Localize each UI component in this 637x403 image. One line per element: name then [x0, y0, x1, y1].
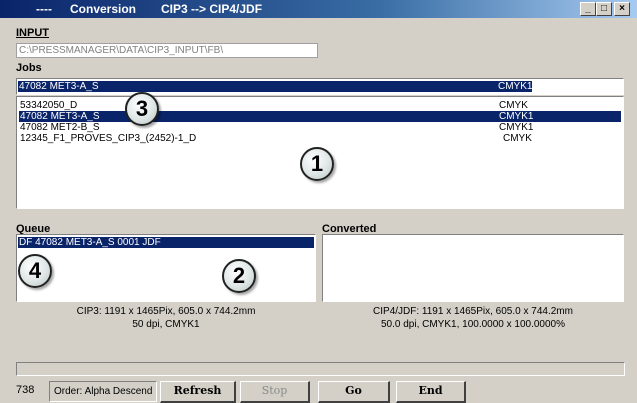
jobs-selected-value: 47082 MET3-A_S CMYK1: [18, 81, 532, 92]
callout-1: 1: [300, 147, 334, 181]
end-button[interactable]: End: [396, 381, 466, 403]
queue-info-line2: 50 dpi, CMYK1: [132, 319, 200, 330]
selected-job-name: 47082 MET3-A_S: [19, 81, 99, 92]
job-name: 12345_F1_PROVES_CIP3_(2452)-1_D: [20, 133, 197, 144]
window-title: Conversion: [70, 2, 137, 16]
progress-bar: [16, 362, 625, 376]
jobs-selected-field[interactable]: 47082 MET3-A_S CMYK1: [16, 78, 624, 95]
job-row[interactable]: 47082 MET2-B_S CMYK1: [19, 122, 621, 133]
job-color: CMYK: [503, 133, 532, 144]
converted-info-line2: 50.0 dpi, CMYK1, 100.0000 x 100.0000%: [380, 319, 566, 330]
stop-button[interactable]: Stop: [240, 381, 310, 403]
job-name: 47082 MET3-A_S: [20, 111, 100, 122]
job-row[interactable]: 53342050_D CMYK: [19, 100, 621, 111]
title-prefix: ----: [36, 2, 52, 16]
queue-item[interactable]: DF 47082 MET3-A_S 0001 JDF: [18, 237, 314, 248]
maximize-button[interactable]: □: [596, 2, 612, 16]
window-subtitle: CIP3 --> CIP4/JDF: [161, 2, 263, 16]
callout-3: 3: [125, 92, 159, 126]
queue-info-line1: CIP3: 1191 x 1465Pix, 605.0 x 744.2mm: [76, 306, 256, 317]
job-count: 738: [16, 384, 35, 396]
job-color: CMYK1: [499, 111, 534, 122]
refresh-button[interactable]: Refresh: [160, 381, 236, 403]
close-button[interactable]: ×: [614, 2, 630, 16]
minimize-button[interactable]: _: [580, 2, 596, 16]
queue-info: CIP3: 1191 x 1465Pix, 605.0 x 744.2mm 50…: [16, 305, 316, 331]
go-button[interactable]: Go: [318, 381, 390, 403]
job-row[interactable]: 12345_F1_PROVES_CIP3_(2452)-1_D CMYK: [19, 133, 621, 144]
callout-4: 4: [18, 254, 52, 288]
close-icon: ×: [619, 3, 625, 14]
job-row[interactable]: 47082 MET3-A_S CMYK1: [19, 111, 621, 122]
job-name: 47082 MET2-B_S: [20, 122, 100, 133]
job-color: CMYK: [499, 100, 528, 111]
converted-info: CIP4/JDF: 1191 x 1465Pix, 605.0 x 744.2m…: [322, 305, 624, 331]
order-dropdown[interactable]: Order: Alpha Descend: [49, 381, 157, 402]
converted-info-line1: CIP4/JDF: 1191 x 1465Pix, 605.0 x 744.2m…: [373, 306, 573, 317]
title-bar[interactable]: ---- Conversion CIP3 --> CIP4/JDF _ □ ×: [0, 0, 637, 18]
job-color: CMYK1: [499, 122, 534, 133]
maximize-icon: □: [600, 3, 608, 14]
input-label: INPUT: [16, 27, 49, 39]
minimize-icon: _: [585, 3, 591, 14]
selected-job-color: CMYK1: [498, 81, 533, 92]
job-name: 53342050_D: [20, 100, 78, 111]
queue-list[interactable]: DF 47082 MET3-A_S 0001 JDF: [16, 234, 316, 302]
jobs-label: Jobs: [16, 62, 42, 74]
queue-item-label: DF 47082 MET3-A_S 0001 JDF: [19, 237, 161, 248]
converted-list[interactable]: [322, 234, 624, 302]
callout-2: 2: [222, 259, 256, 293]
input-path-field[interactable]: C:\PRESSMANAGER\DATA\CIP3_INPUT\FB\: [16, 43, 318, 58]
